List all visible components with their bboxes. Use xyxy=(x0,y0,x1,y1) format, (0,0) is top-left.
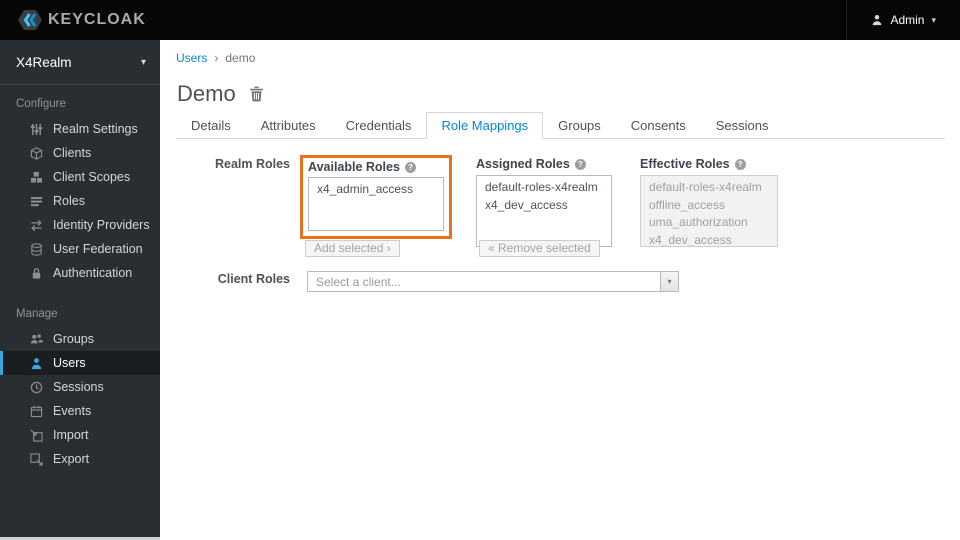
sidebar-item-users[interactable]: Users xyxy=(0,351,160,375)
sidebar-item-clients[interactable]: Clients xyxy=(0,141,160,165)
role-option: x4_dev_access xyxy=(649,232,732,247)
sidebar-item-export[interactable]: Export xyxy=(0,447,160,471)
sidebar-item-client-scopes[interactable]: Client Scopes xyxy=(0,165,160,189)
sidebar-item-identity-providers[interactable]: Identity Providers xyxy=(0,213,160,237)
keycloak-logo[interactable]: KEYCLOAK xyxy=(0,0,146,40)
client-roles-label: Client Roles xyxy=(217,272,290,286)
available-roles-highlight-box: Available Roles ? x4_admin_access xyxy=(300,155,452,239)
breadcrumb-current: demo xyxy=(225,51,256,65)
role-option[interactable]: x4_admin_access xyxy=(309,181,443,199)
assigned-roles-group: Assigned Roles ? default-roles-x4realm x… xyxy=(476,157,612,247)
tab-details[interactable]: Details xyxy=(176,112,246,139)
sidebar-item-label: Sessions xyxy=(53,380,104,394)
sidebar-item-label: Realm Settings xyxy=(53,122,138,136)
page-title: Demo xyxy=(177,81,264,107)
breadcrumb-separator: › xyxy=(214,51,219,65)
sidebar-item-label: Import xyxy=(53,428,89,442)
topbar: KEYCLOAK Admin ▾ xyxy=(0,0,960,40)
role-option: uma_authorization xyxy=(649,215,748,229)
available-roles-listbox[interactable]: x4_admin_access xyxy=(308,177,444,231)
export-icon xyxy=(29,452,43,466)
realm-name: X4Realm xyxy=(16,54,72,70)
effective-roles-label: Effective Roles xyxy=(640,157,730,171)
arrows-icon xyxy=(29,218,43,232)
sidebar-item-label: User Federation xyxy=(53,242,143,256)
cubes-icon xyxy=(29,170,43,184)
sidebar-item-label: Groups xyxy=(53,332,94,346)
effective-roles-header: Effective Roles ? xyxy=(640,157,778,171)
user-menu-label: Admin xyxy=(890,13,925,27)
database-icon xyxy=(29,242,43,256)
chevron-down-icon: ▾ xyxy=(140,56,146,68)
role-option[interactable]: x4_dev_access xyxy=(477,197,611,215)
sidebar-item-groups[interactable]: Groups xyxy=(0,327,160,351)
sidebar-item-sessions[interactable]: Sessions xyxy=(0,375,160,399)
cube-icon xyxy=(29,146,43,160)
client-select-placeholder: Select a client... xyxy=(316,274,401,289)
effective-roles-listbox: default-roles-x4realm offline_access uma… xyxy=(640,175,778,247)
lock-icon xyxy=(29,266,43,280)
list-icon xyxy=(29,194,43,208)
role-option: offline_access xyxy=(649,197,725,212)
sidebar: X4Realm ▾ Configure Realm Settings Clien… xyxy=(0,40,160,537)
sidebar-item-events[interactable]: Events xyxy=(0,399,160,423)
tab-groups[interactable]: Groups xyxy=(543,112,616,139)
sidebar-item-label: Roles xyxy=(53,194,85,208)
user-icon xyxy=(871,14,883,26)
user-menu[interactable]: Admin ▾ xyxy=(846,0,960,40)
chevron-down-icon[interactable]: ▾ xyxy=(660,272,678,291)
sliders-icon xyxy=(29,122,43,136)
role-option[interactable]: default-roles-x4realm xyxy=(477,179,611,197)
realm-roles-label: Realm Roles xyxy=(214,157,290,171)
sidebar-item-import[interactable]: Import xyxy=(0,423,160,447)
help-icon[interactable]: ? xyxy=(404,161,416,173)
sidebar-item-realm-settings[interactable]: Realm Settings xyxy=(0,117,160,141)
remove-selected-button[interactable]: « Remove selected xyxy=(479,240,600,257)
sidebar-item-authentication[interactable]: Authentication xyxy=(0,261,160,285)
tab-credentials[interactable]: Credentials xyxy=(331,112,427,139)
sidebar-item-label: Export xyxy=(53,452,90,466)
tab-sessions[interactable]: Sessions xyxy=(701,112,784,139)
clock-icon xyxy=(29,380,43,394)
tab-role-mappings[interactable]: Role Mappings xyxy=(426,112,544,139)
available-roles-header: Available Roles ? xyxy=(308,160,444,174)
role-option: default-roles-x4realm xyxy=(649,180,762,194)
sidebar-item-user-federation[interactable]: User Federation xyxy=(0,237,160,261)
calendar-icon xyxy=(29,404,43,418)
sidebar-item-label: Client Scopes xyxy=(53,170,131,184)
import-icon xyxy=(29,428,43,442)
available-roles-label: Available Roles xyxy=(308,160,400,174)
breadcrumb-users-link[interactable]: Users xyxy=(176,51,207,65)
keycloak-logo-icon xyxy=(18,8,42,32)
breadcrumb: Users › demo xyxy=(176,51,255,65)
tab-consents[interactable]: Consents xyxy=(616,112,701,139)
help-icon[interactable]: ? xyxy=(734,158,746,170)
delete-user-button[interactable] xyxy=(249,86,264,102)
tab-bar: Details Attributes Credentials Role Mapp… xyxy=(176,112,945,139)
help-icon[interactable]: ? xyxy=(574,158,586,170)
nav-section-configure: Configure xyxy=(16,98,66,110)
effective-roles-group: Effective Roles ? default-roles-x4realm … xyxy=(640,157,778,247)
chevron-down-icon: ▾ xyxy=(931,14,936,25)
assigned-roles-label: Assigned Roles xyxy=(476,157,570,171)
sidebar-item-label: Events xyxy=(53,404,92,418)
page-title-text: Demo xyxy=(177,81,236,106)
assigned-roles-listbox[interactable]: default-roles-x4realm x4_dev_access xyxy=(476,175,612,247)
sidebar-item-label: Authentication xyxy=(53,266,133,280)
nav-section-manage: Manage xyxy=(16,308,58,320)
sidebar-item-roles[interactable]: Roles xyxy=(0,189,160,213)
realm-selector[interactable]: X4Realm ▾ xyxy=(0,40,160,85)
sidebar-item-label: Clients xyxy=(53,146,92,160)
group-icon xyxy=(29,332,43,346)
tab-attributes[interactable]: Attributes xyxy=(246,112,331,139)
client-select-dropdown[interactable]: Select a client... ▾ xyxy=(307,271,679,292)
sidebar-item-label: Users xyxy=(53,356,86,370)
user-icon xyxy=(29,356,43,370)
brand-text: KEYCLOAK xyxy=(48,11,146,28)
sidebar-item-label: Identity Providers xyxy=(53,218,150,232)
assigned-roles-header: Assigned Roles ? xyxy=(476,157,612,171)
add-selected-button[interactable]: Add selected › xyxy=(305,240,400,257)
main-content: Users › demo Demo Details Attributes Cre… xyxy=(160,40,960,540)
